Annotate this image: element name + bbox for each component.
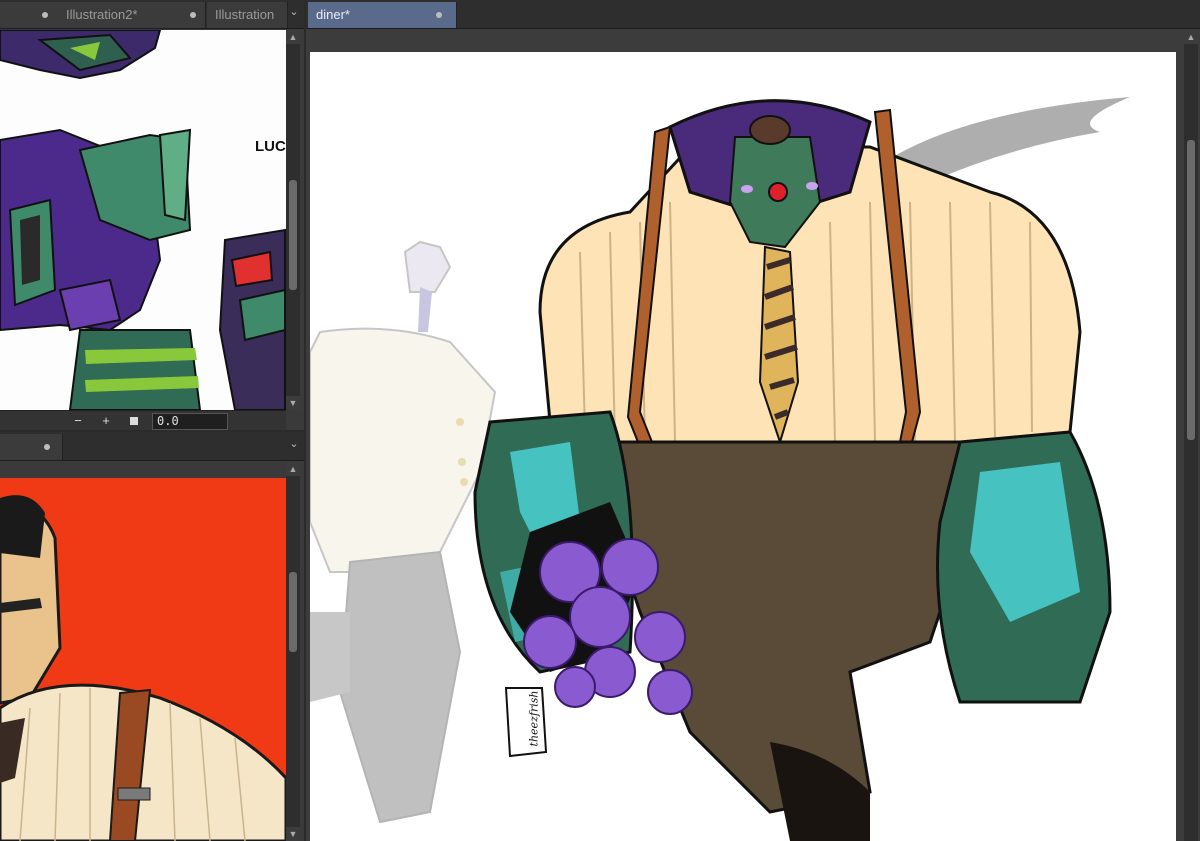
scroll-up-icon[interactable]: ▲ [286, 30, 300, 44]
reference-canvas-photo[interactable] [0, 478, 286, 841]
tab-label: Illustration2* [66, 7, 138, 22]
ghost-sketch-figure [310, 240, 497, 824]
tab-bar-top-left: Illustration2* Illustration ⌄ [0, 0, 304, 29]
zoom-out-button[interactable]: − [70, 413, 86, 429]
reset-view-button[interactable] [126, 413, 142, 429]
scroll-up-icon[interactable]: ▲ [286, 462, 300, 476]
tab-label: Illustration [215, 7, 275, 22]
scroll-thumb[interactable] [289, 572, 297, 652]
vertical-scrollbar[interactable]: ▲ ▼ [286, 462, 300, 841]
zoom-in-button[interactable]: + [98, 413, 114, 429]
diner-artwork [310, 97, 1130, 841]
tab-diner[interactable]: diner* [308, 2, 457, 28]
robot-reference-artwork [0, 30, 286, 410]
artwork-text: LUC [255, 138, 286, 155]
tab-illustration2[interactable]: Illustration2* [0, 2, 206, 28]
main-canvas[interactable]: theezfrish [310, 52, 1176, 841]
scroll-down-icon[interactable]: ▼ [286, 396, 300, 410]
tab-close-icon[interactable] [190, 12, 196, 18]
scroll-thumb[interactable] [289, 180, 297, 290]
vertical-scrollbar[interactable]: ▲ [1184, 30, 1198, 841]
artist-signature: theezfrish [527, 690, 541, 747]
scroll-up-icon[interactable]: ▲ [1184, 30, 1198, 44]
rotation-field[interactable]: 0.0 [152, 413, 228, 430]
tab-reference-photo[interactable] [0, 434, 63, 460]
vertical-scrollbar[interactable]: ▲ ▼ [286, 30, 300, 410]
navigator-bar: − + 0.0 [0, 410, 286, 430]
tab-close-icon[interactable] [44, 444, 50, 450]
reference-panel-top: Illustration2* Illustration ⌄ LUC ▲ ▼ − … [0, 0, 304, 430]
main-document-panel: diner* theezfrish ▲ [306, 0, 1200, 841]
scroll-thumb[interactable] [1187, 140, 1195, 440]
man-in-suspenders-artwork [0, 495, 286, 841]
tab-illustration[interactable]: Illustration [207, 2, 288, 28]
tab-label: diner* [316, 7, 350, 22]
reference-canvas-robot[interactable]: LUC [0, 30, 286, 410]
square-icon [130, 417, 138, 425]
chevron-down-icon[interactable]: ⌄ [288, 438, 300, 450]
tab-close-icon[interactable] [42, 12, 48, 18]
reference-panel-bottom: ⌄ ▲ ▼ [0, 432, 304, 841]
tab-bar-main: diner* [306, 0, 1200, 29]
tab-bar-bottom-left: ⌄ [0, 432, 304, 461]
app-root: { "top_left_panel": { "tabs": [ {"label"… [0, 0, 1200, 841]
tab-close-icon[interactable] [436, 12, 442, 18]
chevron-down-icon[interactable]: ⌄ [288, 6, 300, 18]
scroll-down-icon[interactable]: ▼ [286, 827, 300, 841]
